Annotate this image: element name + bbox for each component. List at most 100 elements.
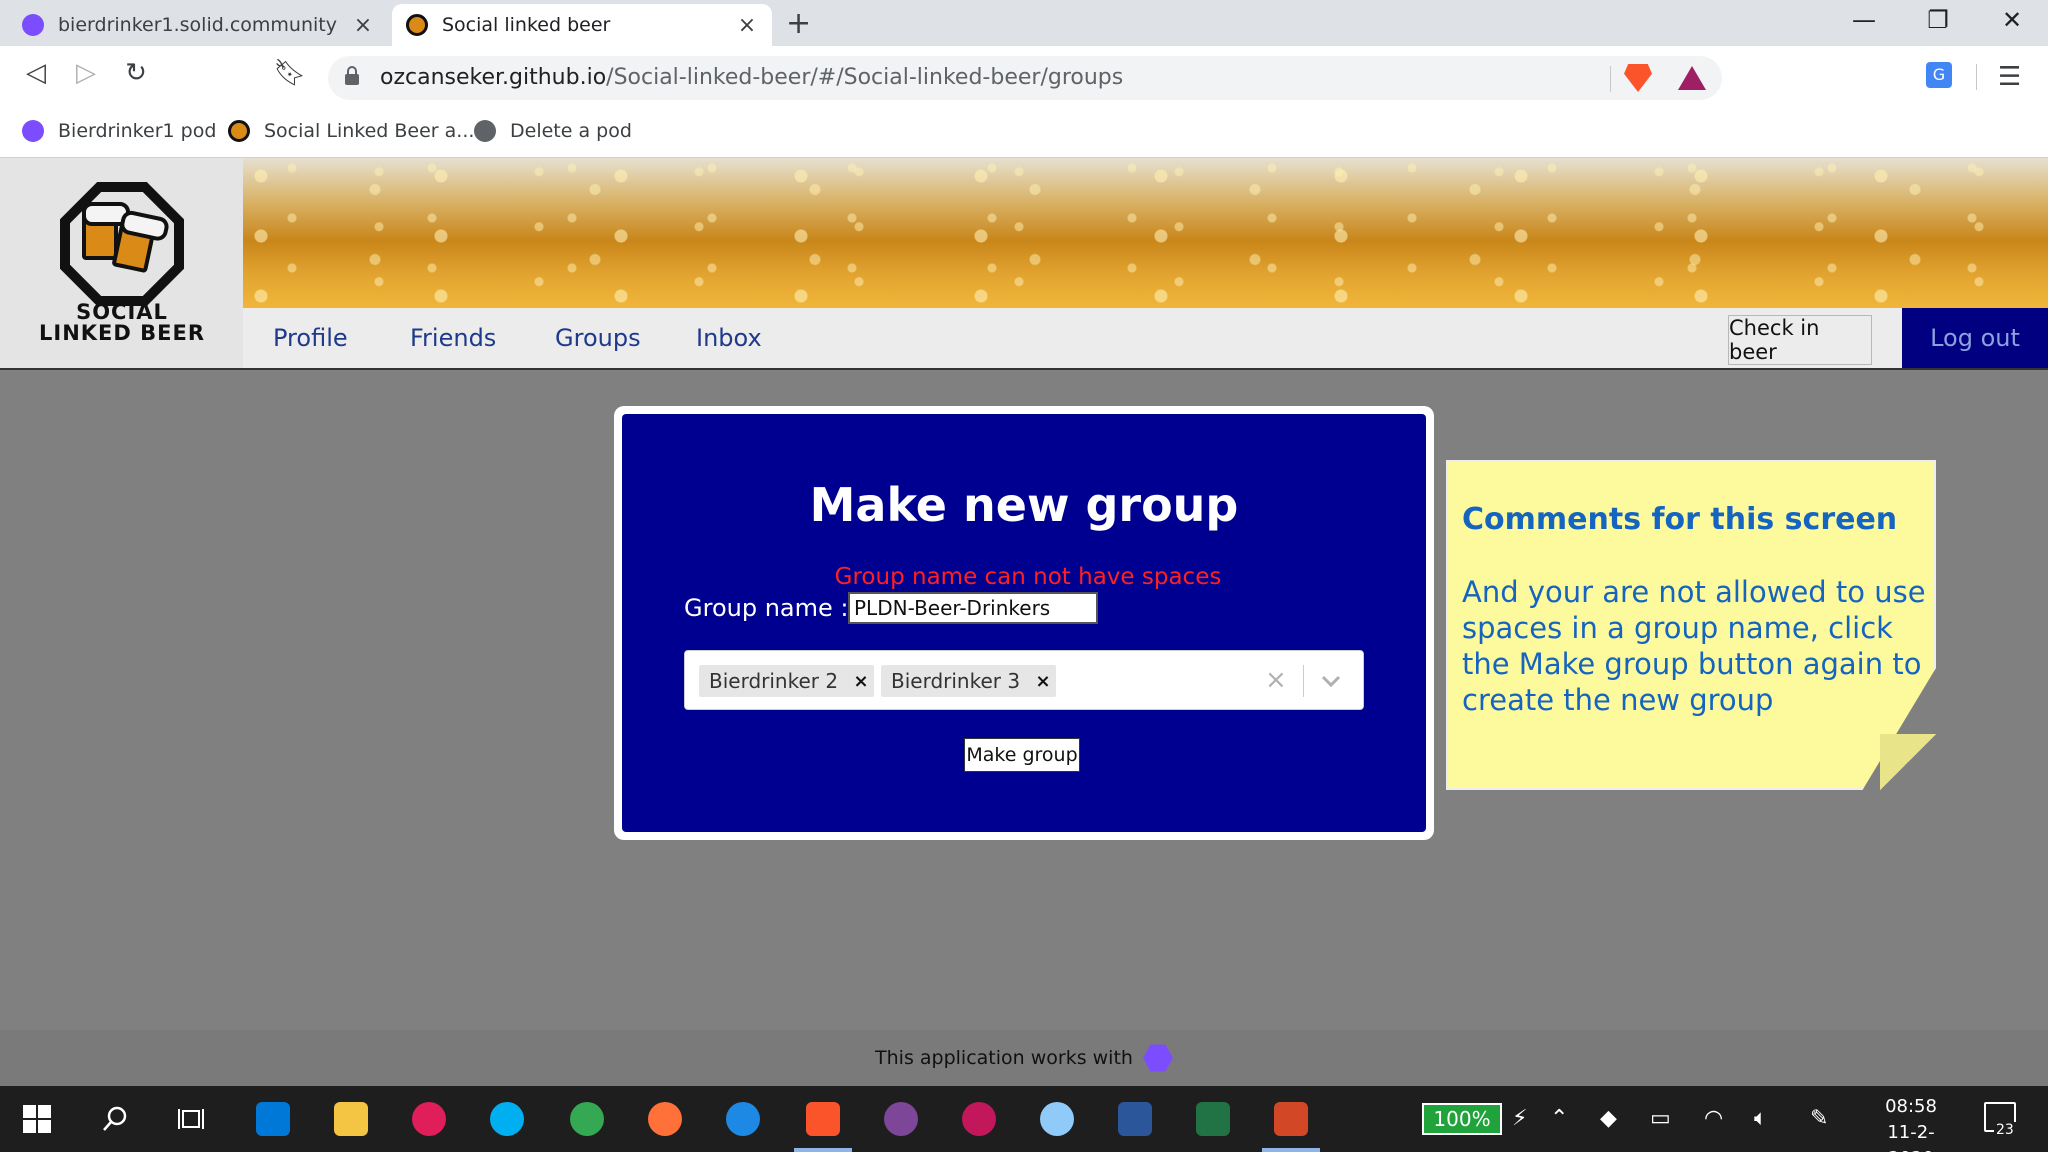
reload-icon[interactable]: ↻ <box>118 58 154 88</box>
restore-icon[interactable]: ❐ <box>1918 6 1958 34</box>
window-close-icon[interactable]: ✕ <box>1992 6 2032 34</box>
browser-toolbar: ◁ ▷ ↻ 🔖︎ ozcanseker.github.io/Social-lin… <box>0 46 2048 108</box>
address-bar[interactable]: ozcanseker.github.io/Social-linked-beer/… <box>328 56 1722 100</box>
solid-icon <box>22 120 44 142</box>
tab-title: Social linked beer <box>442 14 611 36</box>
logo-emblem <box>60 182 184 306</box>
beer-banner-image <box>243 158 2048 308</box>
bookmark-icon[interactable]: 🔖︎ <box>272 58 308 88</box>
chevron-up-icon[interactable]: ⌃ <box>1550 1106 1568 1131</box>
group-name-input[interactable] <box>848 592 1098 624</box>
translate-icon[interactable]: G <box>1926 62 1952 88</box>
note-fold <box>1880 734 1936 790</box>
log-out-button[interactable]: Log out <box>1902 308 2048 368</box>
member-chip-label: Bierdrinker 3 <box>891 669 1021 693</box>
word-icon[interactable] <box>1112 1096 1158 1142</box>
bookmark-label: Delete a pod <box>510 120 632 142</box>
back-icon[interactable]: ◁ <box>18 58 54 88</box>
firefox-icon[interactable] <box>642 1096 688 1142</box>
remove-member-icon[interactable]: × <box>1030 665 1056 697</box>
task-view-icon[interactable] <box>168 1096 214 1142</box>
nav-groups[interactable]: Groups <box>555 324 641 352</box>
bookmark-label: Bierdrinker1 pod <box>58 120 217 142</box>
skype-icon[interactable] <box>484 1096 530 1142</box>
close-tab-icon[interactable]: × <box>736 13 758 38</box>
bookmark-label: Social Linked Beer a... <box>264 120 475 142</box>
edge-icon[interactable] <box>720 1096 766 1142</box>
battery-icon[interactable]: ▭ <box>1650 1106 1671 1131</box>
make-group-modal: Make new group Group name can not have s… <box>622 414 1426 832</box>
group-name-label: Group name : <box>684 594 849 622</box>
tab-title: bierdrinker1.solid.community <box>58 14 337 36</box>
globe-app-icon[interactable] <box>1034 1096 1080 1142</box>
forward-icon[interactable]: ▷ <box>68 58 104 88</box>
clear-all-icon[interactable]: × <box>1265 665 1287 695</box>
make-group-button[interactable]: Make group <box>964 738 1080 772</box>
app-logo[interactable]: SOCIAL LINKED BEER <box>0 158 243 368</box>
powerpoint-icon[interactable] <box>1262 1096 1320 1152</box>
tab-bierdrinker1-pod[interactable]: bierdrinker1.solid.community × <box>8 4 388 46</box>
nav-inbox[interactable]: Inbox <box>696 324 762 352</box>
power-plug-icon: ⚡︎ <box>1512 1106 1528 1131</box>
lock-icon <box>345 66 359 85</box>
clock-date: 11-2-2020 <box>1887 1122 1935 1152</box>
chrome-icon[interactable] <box>564 1096 610 1142</box>
store-icon[interactable] <box>250 1096 296 1142</box>
brave-rewards-icon[interactable] <box>1678 66 1706 90</box>
remove-member-icon[interactable]: × <box>848 665 874 697</box>
windows-taskbar: 100% ⚡︎ ⌃ ◆ ▭ ◠ 🔈︎ ✎ 08:58 11-2-2020 23 <box>0 1086 2048 1152</box>
nav-friends[interactable]: Friends <box>410 324 496 352</box>
bookmark-delete-a-pod[interactable]: Delete a pod <box>474 120 632 142</box>
nav-profile[interactable]: Profile <box>273 324 348 352</box>
globe-icon <box>474 120 496 142</box>
pen-icon[interactable]: ✎ <box>1810 1106 1828 1131</box>
battery-indicator[interactable]: 100% <box>1422 1103 1502 1135</box>
note-body: And your are not allowed to use spaces i… <box>1462 575 1926 717</box>
brave-icon[interactable] <box>794 1096 852 1152</box>
notification-count: 23 <box>1994 1122 2016 1138</box>
select-divider <box>1303 665 1304 697</box>
start-icon[interactable] <box>14 1096 60 1142</box>
search-icon[interactable] <box>92 1096 138 1142</box>
beer-logo-icon <box>406 14 428 36</box>
toolbar-divider <box>1976 64 1977 90</box>
volume-icon[interactable]: 🔈︎ <box>1754 1106 1767 1131</box>
member-chip: Bierdrinker 2 × <box>699 665 875 697</box>
tor-icon[interactable] <box>878 1096 924 1142</box>
members-multiselect[interactable]: Bierdrinker 2 × Bierdrinker 3 × × <box>684 650 1364 710</box>
footer-text: This application works with <box>875 1047 1133 1069</box>
browser-tab-bar: bierdrinker1.solid.community × Social li… <box>0 0 2048 46</box>
app-header: SOCIAL LINKED BEER Profile Friends Group… <box>0 158 2048 370</box>
omnibox-divider <box>1610 66 1611 92</box>
solid-icon <box>22 14 44 36</box>
wifi-icon[interactable]: ◠ <box>1704 1106 1723 1131</box>
bookmark-social-linked-beer[interactable]: Social Linked Beer a... <box>228 120 474 142</box>
new-tab-icon[interactable]: + <box>786 6 811 41</box>
bookmark-bierdrinker1-pod[interactable]: Bierdrinker1 pod <box>22 120 216 142</box>
logo-line-2: LINKED BEER <box>39 321 205 345</box>
minimize-icon[interactable]: — <box>1844 6 1884 34</box>
member-chip: Bierdrinker 3 × <box>881 665 1057 697</box>
file-explorer-icon[interactable] <box>328 1096 374 1142</box>
check-in-beer-button[interactable]: Check in beer <box>1728 315 1872 365</box>
beer-mug-icon <box>82 202 130 260</box>
logo-text: SOCIAL LINKED BEER <box>30 302 214 344</box>
logo-line-1: SOCIAL <box>76 300 168 324</box>
solid-icon[interactable] <box>1142 1044 1173 1072</box>
chevron-down-icon[interactable] <box>1319 669 1343 693</box>
menu-icon[interactable]: ☰ <box>1998 62 2021 92</box>
excel-icon[interactable] <box>1190 1096 1236 1142</box>
clock-time: 08:58 <box>1885 1096 1937 1117</box>
brave-shields-icon[interactable] <box>1624 64 1652 92</box>
dropbox-icon[interactable]: ◆ <box>1600 1106 1617 1131</box>
member-chip-label: Bierdrinker 2 <box>709 669 839 693</box>
system-clock[interactable]: 08:58 11-2-2020 <box>1866 1094 1956 1152</box>
beer-logo-icon <box>228 120 250 142</box>
slack-icon[interactable] <box>406 1096 452 1142</box>
browser-app-icon[interactable] <box>956 1096 1002 1142</box>
close-tab-icon[interactable]: × <box>352 13 374 38</box>
url-text: ozcanseker.github.io/Social-linked-beer/… <box>380 65 1123 90</box>
error-message: Group name can not have spaces <box>834 564 1222 590</box>
url-host: ozcanseker.github.io <box>380 65 607 90</box>
tab-social-linked-beer[interactable]: Social linked beer × <box>392 4 772 46</box>
